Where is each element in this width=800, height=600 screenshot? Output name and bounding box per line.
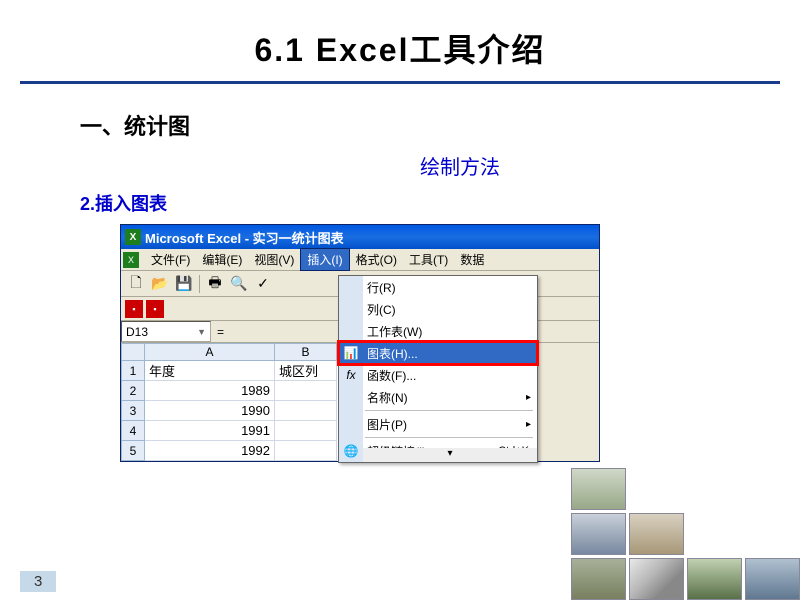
thumbnail-image [571, 558, 626, 600]
col-header-a[interactable]: A [145, 343, 275, 361]
menu-item-function[interactable]: fx 函数(F)... [339, 364, 537, 386]
heading-1: 一、统计图 [80, 109, 720, 141]
content-area: 一、统计图 绘制方法 2.插入图表 X Microsoft Excel - 实习… [0, 109, 800, 462]
fx-icon: fx [342, 366, 360, 384]
insert-dropdown-menu: 行(R) 列(C) 工作表(W) 📊 图表(H)... fx 函数(F)... … [338, 275, 538, 463]
thumbnail-image [571, 468, 626, 510]
menu-item-column[interactable]: 列(C) [339, 298, 537, 320]
thumbnail-image [629, 558, 684, 600]
title-underline [20, 81, 780, 84]
pdf-icon-2[interactable]: ▪ [146, 300, 164, 318]
cell[interactable]: 年度 [145, 361, 275, 381]
submenu-arrow-icon: ▸ [526, 392, 531, 403]
menu-view[interactable]: 视图(V) [248, 249, 300, 270]
menu-separator [365, 437, 533, 438]
column-headers: A B [121, 343, 338, 361]
menu-insert[interactable]: 插入(I) [300, 248, 349, 271]
spell-check-icon[interactable]: ✓ [252, 273, 274, 295]
grid-row: 2 1989 [121, 381, 338, 401]
menu-file[interactable]: 文件(F) [145, 249, 196, 270]
menu-item-row[interactable]: 行(R) [339, 276, 537, 298]
open-icon[interactable]: 📂 [149, 273, 171, 295]
row-header[interactable]: 1 [121, 361, 145, 381]
cell[interactable] [275, 381, 337, 401]
name-box[interactable]: D13 ▼ [121, 321, 211, 342]
print-preview-icon[interactable]: 🔍 [228, 273, 250, 295]
row-header[interactable]: 4 [121, 421, 145, 441]
spreadsheet-grid: A B 1 年度 城区列 2 1989 3 199 [121, 343, 338, 461]
grid-row: 4 1991 [121, 421, 338, 441]
separator [199, 275, 200, 293]
menu-item-picture[interactable]: 图片(P) ▸ [339, 413, 537, 435]
name-box-value: D13 [126, 325, 148, 339]
thumbnail-image [629, 513, 684, 555]
menu-expand-chevron-icon[interactable]: ▾ [363, 448, 537, 462]
menu-item-worksheet[interactable]: 工作表(W) [339, 320, 537, 342]
grid-row: 5 1992 [121, 441, 338, 461]
menu-tools[interactable]: 工具(T) [403, 249, 454, 270]
row-header[interactable]: 2 [121, 381, 145, 401]
cell[interactable] [275, 401, 337, 421]
heading-2: 2.插入图表 [80, 190, 720, 216]
menu-item-name[interactable]: 名称(N) ▸ [339, 386, 537, 408]
select-all-corner[interactable] [121, 343, 145, 361]
row-header[interactable]: 3 [121, 401, 145, 421]
formula-area: = [211, 321, 230, 342]
row-header[interactable]: 5 [121, 441, 145, 461]
excel-app-icon: X [125, 229, 141, 245]
menu-separator [365, 410, 533, 411]
menubar: X 文件(F) 编辑(E) 视图(V) 插入(I) 格式(O) 工具(T) 数据 [121, 249, 599, 271]
page-number: 3 [20, 571, 56, 592]
grid-row: 1 年度 城区列 [121, 361, 338, 381]
cell[interactable]: 城区列 [275, 361, 337, 381]
titlebar: X Microsoft Excel - 实习一统计图表 [121, 225, 599, 249]
cell[interactable]: 1991 [145, 421, 275, 441]
thumbnail-image [571, 513, 626, 555]
globe-icon: 🌐 [342, 442, 360, 460]
submenu-arrow-icon: ▸ [526, 419, 531, 430]
menu-format[interactable]: 格式(O) [350, 249, 403, 270]
save-icon[interactable]: 💾 [173, 273, 195, 295]
cell[interactable]: 1990 [145, 401, 275, 421]
menu-data[interactable]: 数据 [454, 249, 490, 270]
cell[interactable]: 1992 [145, 441, 275, 461]
method-label: 绘制方法 [200, 151, 720, 180]
col-header-b[interactable]: B [275, 343, 337, 361]
thumbnail-strip [571, 468, 800, 600]
print-icon[interactable]: 🖶 [204, 273, 226, 295]
cell[interactable] [275, 441, 337, 461]
cell[interactable]: 1989 [145, 381, 275, 401]
menu-item-chart[interactable]: 📊 图表(H)... [339, 342, 537, 364]
fx-equals: = [217, 325, 224, 339]
new-icon[interactable]: 🗋 [125, 273, 147, 295]
slide-title: 6.1 Excel工具介绍 [0, 0, 800, 81]
dropdown-arrow-icon[interactable]: ▼ [197, 327, 206, 337]
thumbnail-image [745, 558, 800, 600]
chart-icon: 📊 [342, 344, 360, 362]
cell[interactable] [275, 421, 337, 441]
pdf-icon[interactable]: ▪ [125, 300, 143, 318]
sheet-area: A B 1 年度 城区列 2 1989 3 199 [121, 343, 599, 461]
titlebar-text: Microsoft Excel - 实习一统计图表 [145, 228, 344, 247]
thumbnail-image [687, 558, 742, 600]
grid-row: 3 1990 [121, 401, 338, 421]
excel-window: X Microsoft Excel - 实习一统计图表 X 文件(F) 编辑(E… [120, 224, 600, 462]
excel-doc-icon: X [123, 252, 139, 268]
menu-edit[interactable]: 编辑(E) [196, 249, 248, 270]
